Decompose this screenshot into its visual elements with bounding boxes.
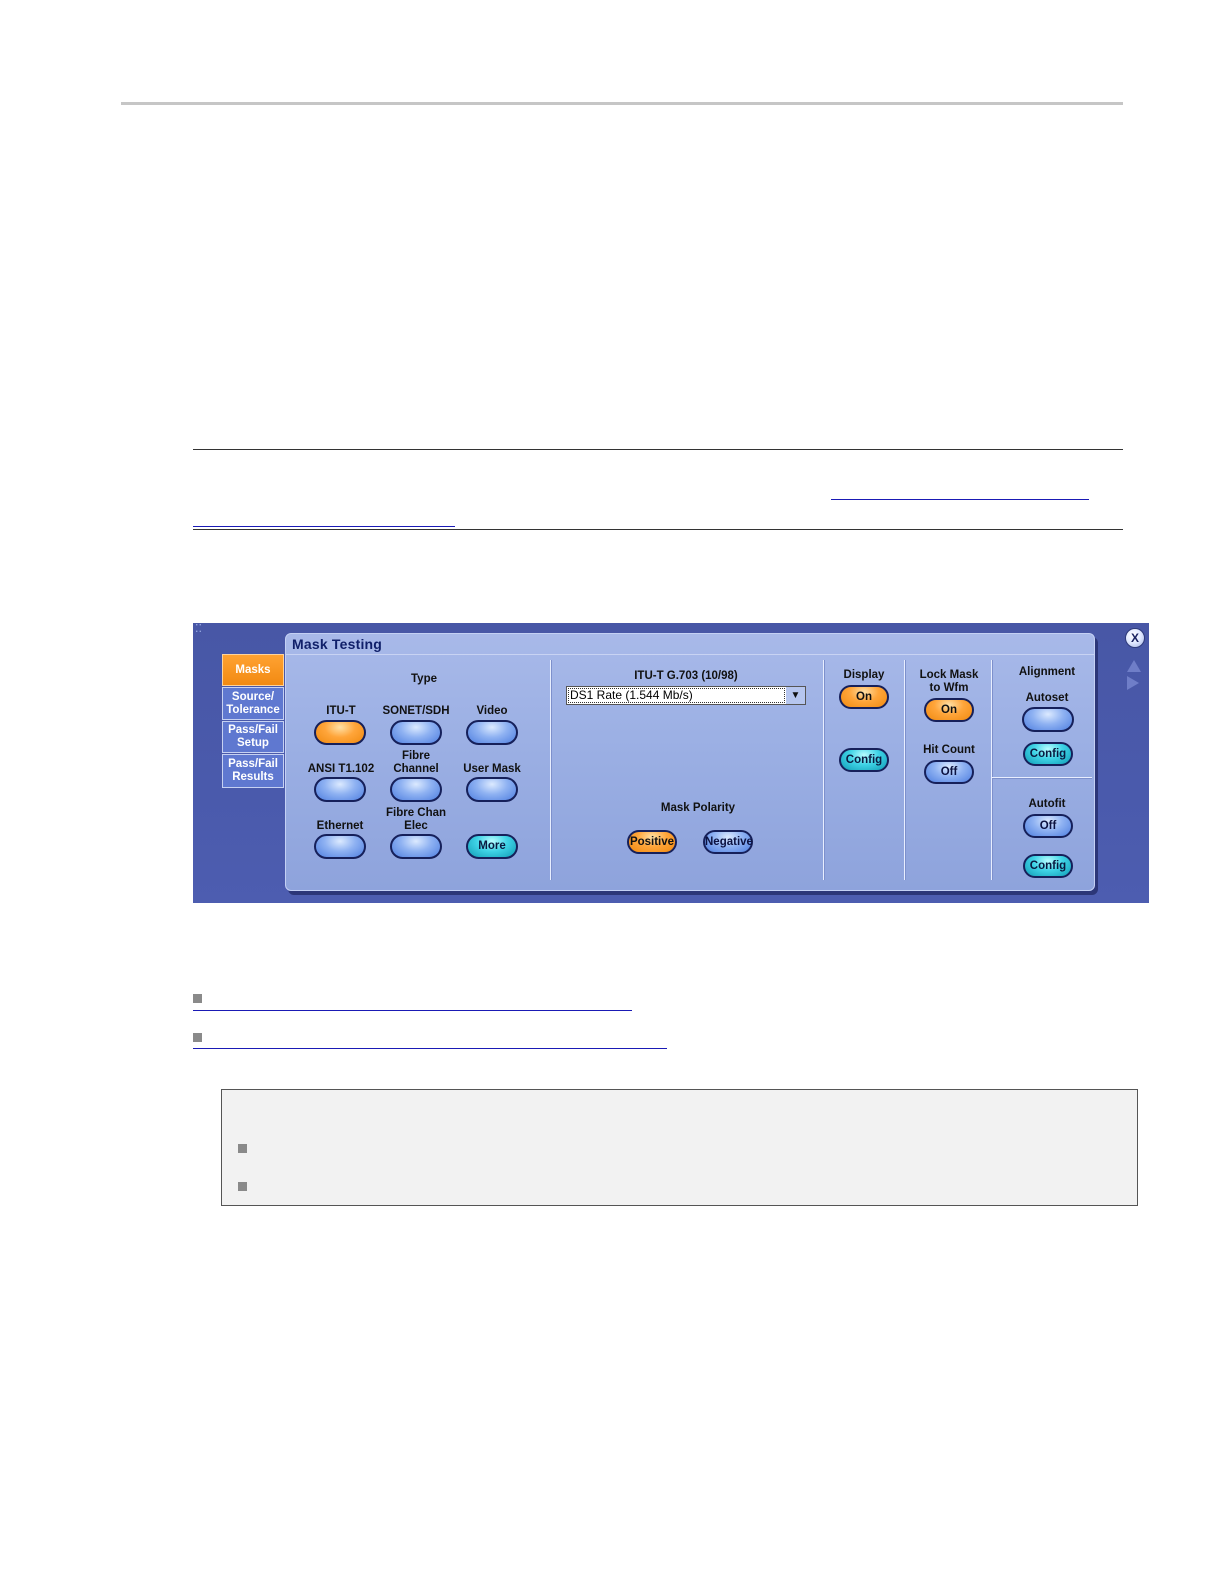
square-bullet-icon — [238, 1182, 247, 1191]
itu-t-label: ITU-T — [326, 705, 356, 717]
display-config-button[interactable]: Config — [839, 748, 889, 772]
positive-polarity-button[interactable]: Positive — [627, 830, 677, 854]
tab-masks[interactable]: Masks — [222, 654, 284, 686]
standard-dropdown-value: DS1 Rate (1.544 Mb/s) — [568, 688, 785, 703]
lock-mask-label-line2: to Wfm — [929, 682, 969, 694]
autofit-off-button[interactable]: Off — [1023, 814, 1073, 838]
hyperlink-underline[interactable] — [193, 1048, 667, 1049]
section-divider — [904, 660, 905, 880]
tab-pass-fail-results[interactable]: Pass/Fail Results — [222, 754, 284, 788]
ansi-t1-102-button[interactable] — [314, 777, 366, 802]
standard-dropdown[interactable]: DS1 Rate (1.544 Mb/s) ▼ — [566, 686, 806, 705]
hyperlink-underline[interactable] — [831, 499, 1089, 500]
square-bullet-icon — [238, 1144, 247, 1153]
section-divider — [991, 660, 992, 880]
tab-pass-fail-setup[interactable]: Pass/Fail Setup — [222, 721, 284, 753]
alignment-divider — [992, 777, 1092, 778]
section-divider — [550, 660, 551, 880]
alignment-config-button[interactable]: Config — [1023, 742, 1073, 766]
sonet-sdh-label: SONET/SDH — [382, 705, 450, 717]
mask-polarity-label: Mask Polarity — [660, 802, 736, 814]
fibre-chan-elec-label: Fibre Chan Elec — [385, 807, 447, 832]
fibre-channel-button[interactable] — [390, 777, 442, 802]
negative-polarity-button[interactable]: Negative — [703, 830, 753, 854]
triangle-right-icon[interactable] — [1127, 676, 1139, 690]
alignment-label: Alignment — [1018, 666, 1076, 678]
autoset-button[interactable] — [1022, 707, 1074, 732]
type-label: Type — [411, 673, 437, 685]
display-label: Display — [843, 669, 885, 681]
autofit-label: Autofit — [1028, 798, 1066, 810]
ethernet-button[interactable] — [314, 834, 366, 859]
mask-testing-control-window: ⁚⁚ X Masks Source/ Tolerance Pass/Fail S… — [193, 623, 1149, 903]
header-rule — [121, 102, 1123, 105]
close-button[interactable]: X — [1125, 628, 1145, 648]
hyperlink-underline[interactable] — [193, 1010, 632, 1011]
more-button[interactable]: More — [466, 834, 518, 859]
display-on-button[interactable]: On — [839, 685, 889, 709]
note-top-rule — [193, 449, 1123, 450]
autoset-label: Autoset — [1025, 692, 1069, 704]
panel-title: Mask Testing — [292, 636, 383, 652]
lock-mask-label: Lock Mask — [919, 669, 979, 681]
note-bottom-rule — [193, 529, 1123, 530]
triangle-up-icon[interactable] — [1127, 660, 1141, 672]
note-box — [221, 1089, 1138, 1206]
hit-count-label: Hit Count — [923, 744, 975, 756]
fibre-channel-label: Fibre Channel — [393, 750, 439, 775]
square-bullet-icon — [193, 1033, 202, 1042]
video-button[interactable] — [466, 720, 518, 745]
lock-mask-on-button[interactable]: On — [924, 698, 974, 722]
hit-count-off-button[interactable]: Off — [924, 760, 974, 784]
title-divider — [286, 654, 1094, 655]
user-mask-button[interactable] — [466, 777, 518, 802]
user-mask-label: User Mask — [463, 763, 521, 775]
sonet-sdh-button[interactable] — [390, 720, 442, 745]
standard-label: ITU-T G.703 (10/98) — [634, 670, 738, 682]
section-divider — [823, 660, 824, 880]
video-label: Video — [476, 705, 508, 717]
fibre-chan-elec-button[interactable] — [390, 834, 442, 859]
square-bullet-icon — [193, 994, 202, 1003]
chevron-down-icon[interactable]: ▼ — [786, 687, 805, 704]
grip-icon[interactable]: ⁚⁚ — [195, 624, 202, 635]
tab-source-tolerance[interactable]: Source/ Tolerance — [222, 687, 284, 720]
itu-t-button[interactable] — [314, 720, 366, 745]
ethernet-label: Ethernet — [316, 820, 364, 832]
hyperlink-underline[interactable] — [193, 526, 455, 527]
autofit-config-button[interactable]: Config — [1023, 854, 1073, 878]
ansi-t1-102-label: ANSI T1.102 — [307, 763, 375, 775]
